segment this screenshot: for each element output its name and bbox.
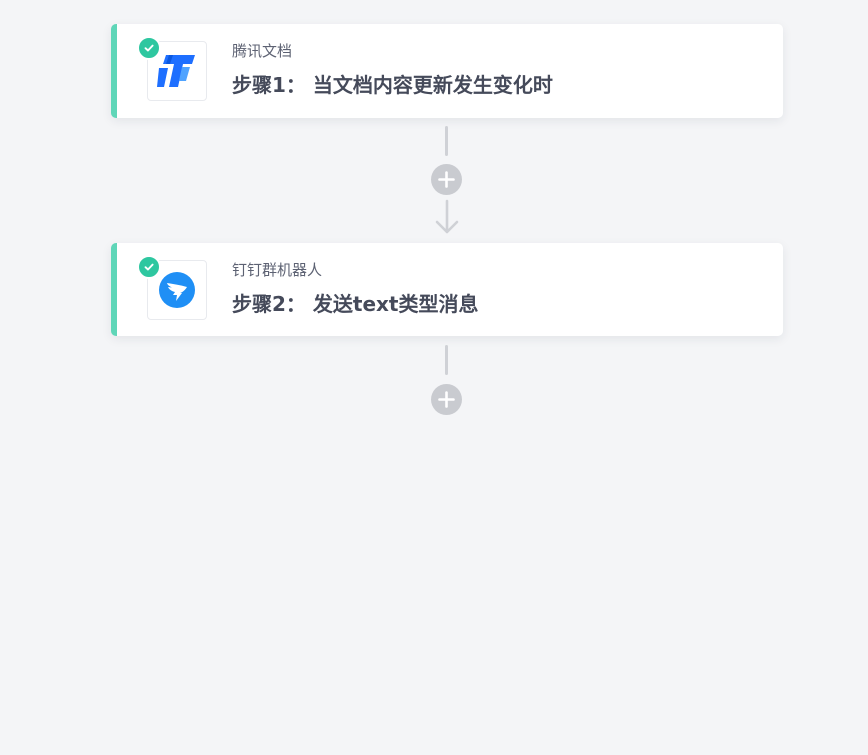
step-title: 步骤2： 发送text类型消息 [232, 292, 479, 316]
app-name: 腾讯文档 [232, 42, 293, 60]
check-icon [137, 36, 161, 60]
plus-icon [438, 171, 455, 188]
step-card-2[interactable]: 钉钉群机器人 步骤2： 发送text类型消息 [111, 243, 783, 336]
add-step-button[interactable] [431, 164, 462, 195]
step-card-1[interactable]: 腾讯文档 步骤1： 当文档内容更新发生变化时 [111, 24, 783, 118]
plus-icon [438, 391, 455, 408]
app-name: 钉钉群机器人 [232, 261, 323, 279]
step-title: 步骤1： 当文档内容更新发生变化时 [232, 73, 553, 97]
arrow-down-icon [435, 199, 459, 234]
connector-line [445, 126, 448, 156]
add-step-button[interactable] [431, 384, 462, 415]
check-icon [137, 255, 161, 279]
connector-line [445, 345, 448, 375]
flow-canvas: 腾讯文档 步骤1： 当文档内容更新发生变化时 钉钉群机器人 步骤2： 发送tex… [0, 0, 868, 755]
